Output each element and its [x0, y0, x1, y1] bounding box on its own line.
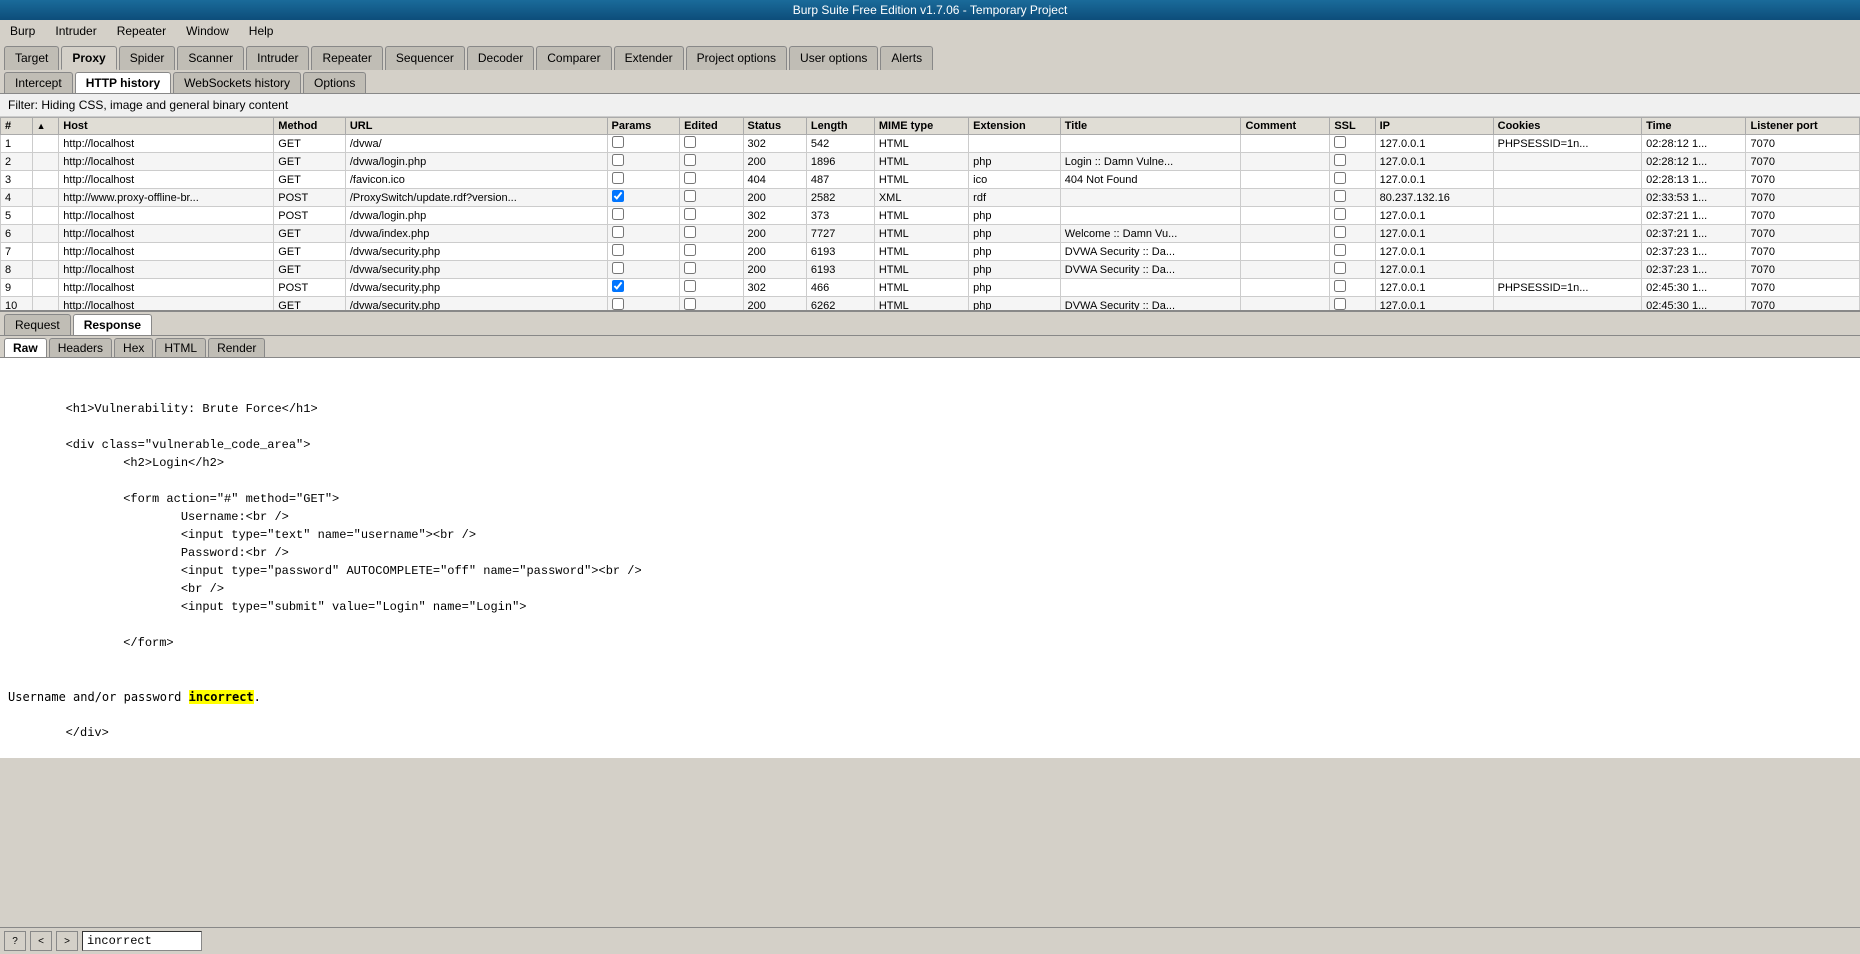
table-row[interactable]: 7http://localhostGET/dvwa/security.php20… — [1, 243, 1860, 261]
col-header-cookies[interactable]: Cookies — [1493, 118, 1641, 135]
bottom-bar: ? < > — [0, 927, 1860, 954]
menu-window[interactable]: Window — [180, 22, 235, 40]
table-row[interactable]: 8http://localhostGET/dvwa/security.php20… — [1, 261, 1860, 279]
table-row[interactable]: 3http://localhostGET/favicon.ico404487HT… — [1, 171, 1860, 189]
main-tab-bar: Target Proxy Spider Scanner Intruder Rep… — [0, 42, 1860, 70]
table-row[interactable]: 6http://localhostGET/dvwa/index.php20077… — [1, 225, 1860, 243]
col-header-mime[interactable]: MIME type — [874, 118, 968, 135]
req-res-tab-bar: Request Response — [0, 312, 1860, 336]
filter-bar[interactable]: Filter: Hiding CSS, image and general bi… — [0, 94, 1860, 117]
menu-burp[interactable]: Burp — [4, 22, 41, 40]
col-header-ssl[interactable]: SSL — [1330, 118, 1375, 135]
table-row[interactable]: 1http://localhostGET/dvwa/302542HTML127.… — [1, 135, 1860, 153]
col-header-method[interactable]: Method — [274, 118, 346, 135]
response-content: <h1>Vulnerability: Brute Force</h1> <div… — [0, 358, 1860, 758]
http-table-container: # Host Method URL Params Edited Status L… — [0, 117, 1860, 312]
tab-target[interactable]: Target — [4, 46, 59, 70]
col-header-comment[interactable]: Comment — [1241, 118, 1330, 135]
col-header-sort[interactable] — [32, 118, 59, 135]
col-header-edited[interactable]: Edited — [680, 118, 743, 135]
menu-repeater[interactable]: Repeater — [111, 22, 172, 40]
tab-comparer[interactable]: Comparer — [536, 46, 611, 70]
col-header-port[interactable]: Listener port — [1746, 118, 1860, 135]
tab-extender[interactable]: Extender — [614, 46, 684, 70]
table-row[interactable]: 10http://localhostGET/dvwa/security.php2… — [1, 297, 1860, 313]
subtab-options[interactable]: Options — [303, 72, 366, 93]
subtab-http-history[interactable]: HTTP history — [75, 72, 171, 93]
table-row[interactable]: 4http://www.proxy-offline-br...POST/Prox… — [1, 189, 1860, 207]
menu-bar: Burp Intruder Repeater Window Help — [0, 20, 1860, 42]
col-header-length[interactable]: Length — [806, 118, 874, 135]
tab-spider[interactable]: Spider — [119, 46, 176, 70]
help-button[interactable]: ? — [4, 931, 26, 951]
subtab-websockets-history[interactable]: WebSockets history — [173, 72, 301, 93]
table-row[interactable]: 9http://localhostPOST/dvwa/security.php3… — [1, 279, 1860, 297]
tab-request[interactable]: Request — [4, 314, 71, 335]
tab-headers[interactable]: Headers — [49, 338, 112, 357]
col-header-params[interactable]: Params — [607, 118, 680, 135]
menu-help[interactable]: Help — [243, 22, 280, 40]
table-row[interactable]: 2http://localhostGET/dvwa/login.php20018… — [1, 153, 1860, 171]
tab-response[interactable]: Response — [73, 314, 152, 335]
tab-scanner[interactable]: Scanner — [177, 46, 244, 70]
tab-sequencer[interactable]: Sequencer — [385, 46, 465, 70]
col-header-ext[interactable]: Extension — [969, 118, 1061, 135]
highlighted-text: incorrect — [189, 690, 254, 704]
title-text: Burp Suite Free Edition v1.7.06 - Tempor… — [793, 3, 1068, 17]
table-row[interactable]: 5http://localhostPOST/dvwa/login.php3023… — [1, 207, 1860, 225]
back-button[interactable]: < — [30, 931, 52, 951]
tab-decoder[interactable]: Decoder — [467, 46, 534, 70]
col-header-url[interactable]: URL — [345, 118, 607, 135]
tab-user-options[interactable]: User options — [789, 46, 878, 70]
tab-proxy[interactable]: Proxy — [61, 46, 116, 70]
tab-repeater[interactable]: Repeater — [311, 46, 382, 70]
col-header-host[interactable]: Host — [59, 118, 274, 135]
tab-html[interactable]: HTML — [155, 338, 206, 357]
col-header-num[interactable]: # — [1, 118, 33, 135]
tab-project-options[interactable]: Project options — [686, 46, 787, 70]
title-bar: Burp Suite Free Edition v1.7.06 - Tempor… — [0, 0, 1860, 20]
tab-alerts[interactable]: Alerts — [880, 46, 933, 70]
sub-tab-bar: Intercept HTTP history WebSockets histor… — [0, 70, 1860, 94]
col-header-title[interactable]: Title — [1060, 118, 1241, 135]
search-input[interactable] — [82, 931, 202, 951]
col-header-time[interactable]: Time — [1642, 118, 1746, 135]
tab-raw[interactable]: Raw — [4, 338, 47, 357]
filter-text: Filter: Hiding CSS, image and general bi… — [8, 98, 288, 112]
subtab-intercept[interactable]: Intercept — [4, 72, 73, 93]
col-header-ip[interactable]: IP — [1375, 118, 1493, 135]
http-history-table: # Host Method URL Params Edited Status L… — [0, 117, 1860, 312]
menu-intruder[interactable]: Intruder — [49, 22, 102, 40]
tab-render[interactable]: Render — [208, 338, 265, 357]
tab-intruder[interactable]: Intruder — [246, 46, 309, 70]
tab-hex[interactable]: Hex — [114, 338, 153, 357]
col-header-status[interactable]: Status — [743, 118, 806, 135]
response-view-tab-bar: Raw Headers Hex HTML Render — [0, 336, 1860, 358]
forward-button[interactable]: > — [56, 931, 78, 951]
